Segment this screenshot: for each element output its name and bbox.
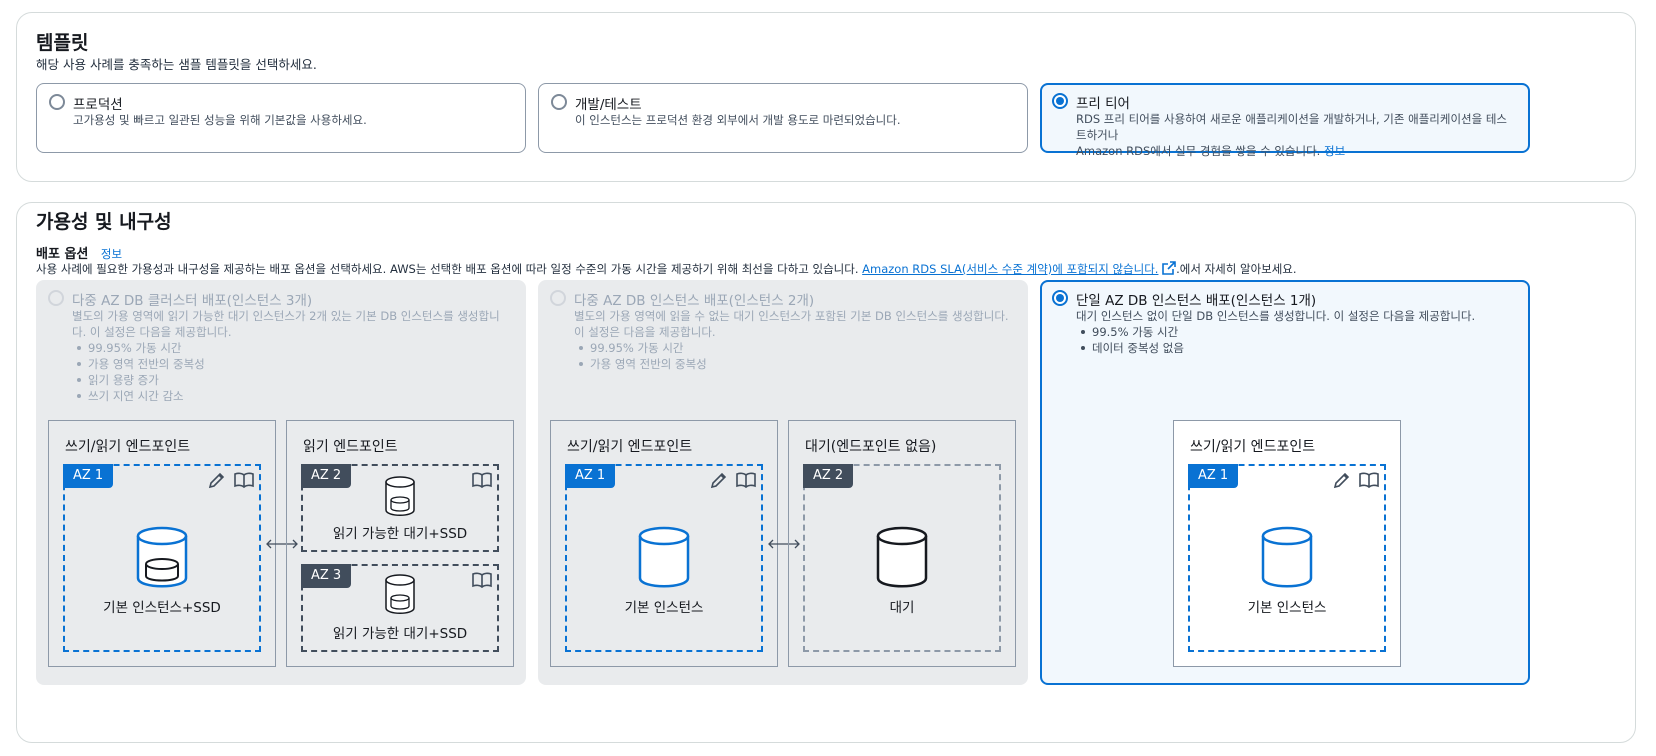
database-icon — [385, 574, 415, 614]
list-item: 99.95% 가동 시간 — [72, 340, 512, 356]
template-title: 템플릿 — [36, 32, 89, 54]
deploy-options-info-link[interactable]: 정보 — [101, 247, 122, 261]
deploy-option-single-az[interactable]: 단일 AZ DB 인스턴스 배포(인스턴스 1개) 대기 인스턴스 없이 단일 … — [1040, 280, 1530, 685]
availability-title: 가용성 및 내구성 — [36, 211, 172, 233]
deploy-options-description: 사용 사례에 필요한 가용성과 내구성을 제공하는 배포 옵션을 선택하세요. … — [36, 261, 1297, 277]
free-tier-description-text: Amazon RDS에서 실무 경험을 쌓을 수 있습니다. — [1076, 144, 1321, 158]
free-tier-info-link[interactable]: 정보 — [1324, 144, 1345, 158]
multi-az-instance-radio[interactable] — [550, 290, 566, 306]
deploy-option-multi-az-cluster[interactable]: 다중 AZ DB 클러스터 배포(인스턴스 3개) 별도의 가용 영역에 읽기 … — [36, 280, 526, 685]
az-badge: AZ 1 — [63, 464, 114, 488]
az-badge: AZ 2 — [301, 464, 352, 488]
external-link-icon[interactable] — [1162, 261, 1176, 275]
single-az-bullets: 99.5% 가동 시간 데이터 중복성 없음 — [1076, 324, 1514, 356]
list-item: 가용 영역 전반의 중복성 — [574, 356, 1014, 372]
database-icon — [876, 526, 928, 588]
single-az-az1-box: AZ 1 기본 인스턴스 — [1188, 464, 1386, 652]
instance-write-read-endpoint-box: 쓰기/읽기 엔드포인트 AZ 1 기본 인스턴스 — [550, 420, 778, 667]
primary-instance-label: 기본 인스턴스 — [1247, 600, 1327, 616]
multi-az-cluster-label: 다중 AZ DB 클러스터 배포(인스턴스 3개) — [72, 293, 313, 309]
multi-az-cluster-bullets: 99.95% 가동 시간 가용 영역 전반의 중복성 읽기 용량 증가 쓰기 지… — [72, 340, 512, 404]
database-icon — [136, 526, 188, 588]
free-tier-radio[interactable] — [1052, 93, 1068, 109]
database-icon — [1261, 526, 1313, 588]
list-item: 가용 영역 전반의 중복성 — [72, 356, 512, 372]
multi-az-cluster-description: 별도의 가용 영역에 읽기 가능한 대기 인스턴스가 2개 있는 기본 DB 인… — [72, 309, 500, 339]
pencil-icon[interactable] — [1332, 470, 1352, 490]
list-item: 99.5% 가동 시간 — [1076, 324, 1514, 340]
cluster-write-read-endpoint-box: 쓰기/읽기 엔드포인트 AZ 1 기본 인스턴스+SSD — [48, 420, 276, 667]
multi-az-instance-description: 별도의 가용 영역에 읽을 수 없는 대기 인스턴스가 포함된 기본 DB 인스… — [574, 309, 1009, 339]
production-description: 고가용성 및 빠르고 일관된 성능을 위해 기본값을 사용하세요. — [73, 113, 367, 127]
az-tool-icons — [471, 470, 493, 490]
instance-standby-title: 대기(엔드포인트 없음) — [805, 439, 937, 455]
single-az-radio[interactable] — [1052, 290, 1068, 306]
template-description: 해당 사용 사례를 충족하는 샘플 템플릿을 선택하세요. — [36, 57, 317, 72]
devtest-radio[interactable] — [551, 94, 567, 110]
az-badge: AZ 2 — [803, 464, 854, 488]
standby-label: 대기 — [889, 600, 915, 616]
az-badge: AZ 1 — [565, 464, 616, 488]
single-az-label: 단일 AZ DB 인스턴스 배포(인스턴스 1개) — [1076, 293, 1317, 309]
production-label: 프로덕션 — [73, 97, 123, 113]
free-tier-description-line1: RDS 프리 티어를 사용하여 새로운 애플리케이션을 개발하거나, 기존 애플… — [1076, 112, 1507, 142]
database-icon — [385, 476, 415, 516]
cluster-write-read-title: 쓰기/읽기 엔드포인트 — [65, 439, 191, 455]
instance-az1-box: AZ 1 기본 인스턴스 — [565, 464, 763, 652]
cluster-read-endpoint-box: 읽기 엔드포인트 AZ 2 읽기 가능한 대기+SSD AZ 3 읽기 가능한 … — [286, 420, 514, 667]
book-icon[interactable] — [735, 470, 757, 490]
list-item: 읽기 용량 증가 — [72, 372, 512, 388]
az-tool-icons — [1332, 470, 1380, 490]
single-az-endpoint-box: 쓰기/읽기 엔드포인트 AZ 1 기본 인스턴스 — [1173, 420, 1401, 667]
template-option-free-tier[interactable]: 프리 티어 RDS 프리 티어를 사용하여 새로운 애플리케이션을 개발하거나,… — [1040, 83, 1530, 158]
single-az-endpoint-title: 쓰기/읽기 엔드포인트 — [1190, 439, 1316, 455]
template-option-production[interactable]: 프로덕션 고가용성 및 빠르고 일관된 성능을 위해 기본값을 사용하세요. — [36, 83, 526, 153]
primary-instance-label: 기본 인스턴스 — [624, 600, 704, 616]
multi-az-instance-label: 다중 AZ DB 인스턴스 배포(인스턴스 2개) — [574, 293, 815, 309]
book-icon[interactable] — [1358, 470, 1380, 490]
az-badge: AZ 1 — [1188, 464, 1239, 488]
az-badge: AZ 3 — [301, 564, 352, 588]
list-item: 데이터 중복성 없음 — [1076, 340, 1514, 356]
cluster-az2-box: AZ 2 읽기 가능한 대기+SSD — [301, 464, 499, 552]
single-az-description: 대기 인스턴스 없이 단일 DB 인스턴스를 생성합니다. 이 설정은 다음을 … — [1076, 309, 1476, 323]
devtest-description: 이 인스턴스는 프로덕션 환경 외부에서 개발 용도로 마련되었습니다. — [575, 113, 901, 127]
book-icon[interactable] — [233, 470, 255, 490]
multi-az-cluster-radio[interactable] — [48, 290, 64, 306]
deploy-description-suffix: .에서 자세히 알아보세요. — [1176, 262, 1297, 276]
list-item: 쓰기 지연 시간 감소 — [72, 388, 512, 404]
primary-instance-ssd-label: 기본 인스턴스+SSD — [103, 600, 221, 616]
sla-link[interactable]: Amazon RDS SLA(서비스 수준 계약)에 포함되지 않습니다. — [862, 262, 1158, 276]
template-option-devtest[interactable]: 개발/테스트 이 인스턴스는 프로덕션 환경 외부에서 개발 용도로 마련되었습… — [538, 83, 1028, 153]
deploy-options-text: 배포 옵션 — [36, 247, 89, 262]
az-tool-icons — [471, 570, 493, 590]
template-panel: 템플릿 해당 사용 사례를 충족하는 샘플 템플릿을 선택하세요. 프로덕션 고… — [16, 12, 1636, 182]
availability-panel: 가용성 및 내구성 배포 옵션 정보 사용 사례에 필요한 가용성과 내구성을 … — [16, 202, 1636, 743]
instance-write-read-title: 쓰기/읽기 엔드포인트 — [567, 439, 693, 455]
database-icon — [638, 526, 690, 588]
az-tool-icons — [207, 470, 255, 490]
free-tier-description: RDS 프리 티어를 사용하여 새로운 애플리케이션을 개발하거나, 기존 애플… — [1076, 111, 1514, 159]
free-tier-label: 프리 티어 — [1076, 96, 1130, 112]
pencil-icon[interactable] — [207, 470, 227, 490]
instance-az2-box: AZ 2 대기 — [803, 464, 1001, 652]
deploy-description-text: 사용 사례에 필요한 가용성과 내구성을 제공하는 배포 옵션을 선택하세요. … — [36, 262, 859, 276]
deploy-options-label: 배포 옵션 정보 — [36, 243, 122, 262]
devtest-label: 개발/테스트 — [575, 97, 642, 113]
cluster-az3-box: AZ 3 읽기 가능한 대기+SSD — [301, 564, 499, 652]
instance-standby-box: 대기(엔드포인트 없음) AZ 2 대기 — [788, 420, 1016, 667]
readable-standby-ssd-label: 읽기 가능한 대기+SSD — [332, 626, 468, 642]
cluster-az1-box: AZ 1 기본 인스턴스+SSD — [63, 464, 261, 652]
az-tool-icons — [709, 470, 757, 490]
free-tier-description-line2: Amazon RDS에서 실무 경험을 쌓을 수 있습니다. 정보 — [1076, 143, 1514, 159]
list-item: 99.95% 가동 시간 — [574, 340, 1014, 356]
production-radio[interactable] — [49, 94, 65, 110]
book-icon[interactable] — [471, 570, 493, 590]
deploy-option-multi-az-instance[interactable]: 다중 AZ DB 인스턴스 배포(인스턴스 2개) 별도의 가용 영역에 읽을 … — [538, 280, 1028, 685]
readable-standby-ssd-label: 읽기 가능한 대기+SSD — [332, 526, 468, 542]
cluster-read-title: 읽기 엔드포인트 — [303, 439, 398, 455]
multi-az-instance-bullets: 99.95% 가동 시간 가용 영역 전반의 중복성 — [574, 340, 1014, 372]
pencil-icon[interactable] — [709, 470, 729, 490]
book-icon[interactable] — [471, 470, 493, 490]
